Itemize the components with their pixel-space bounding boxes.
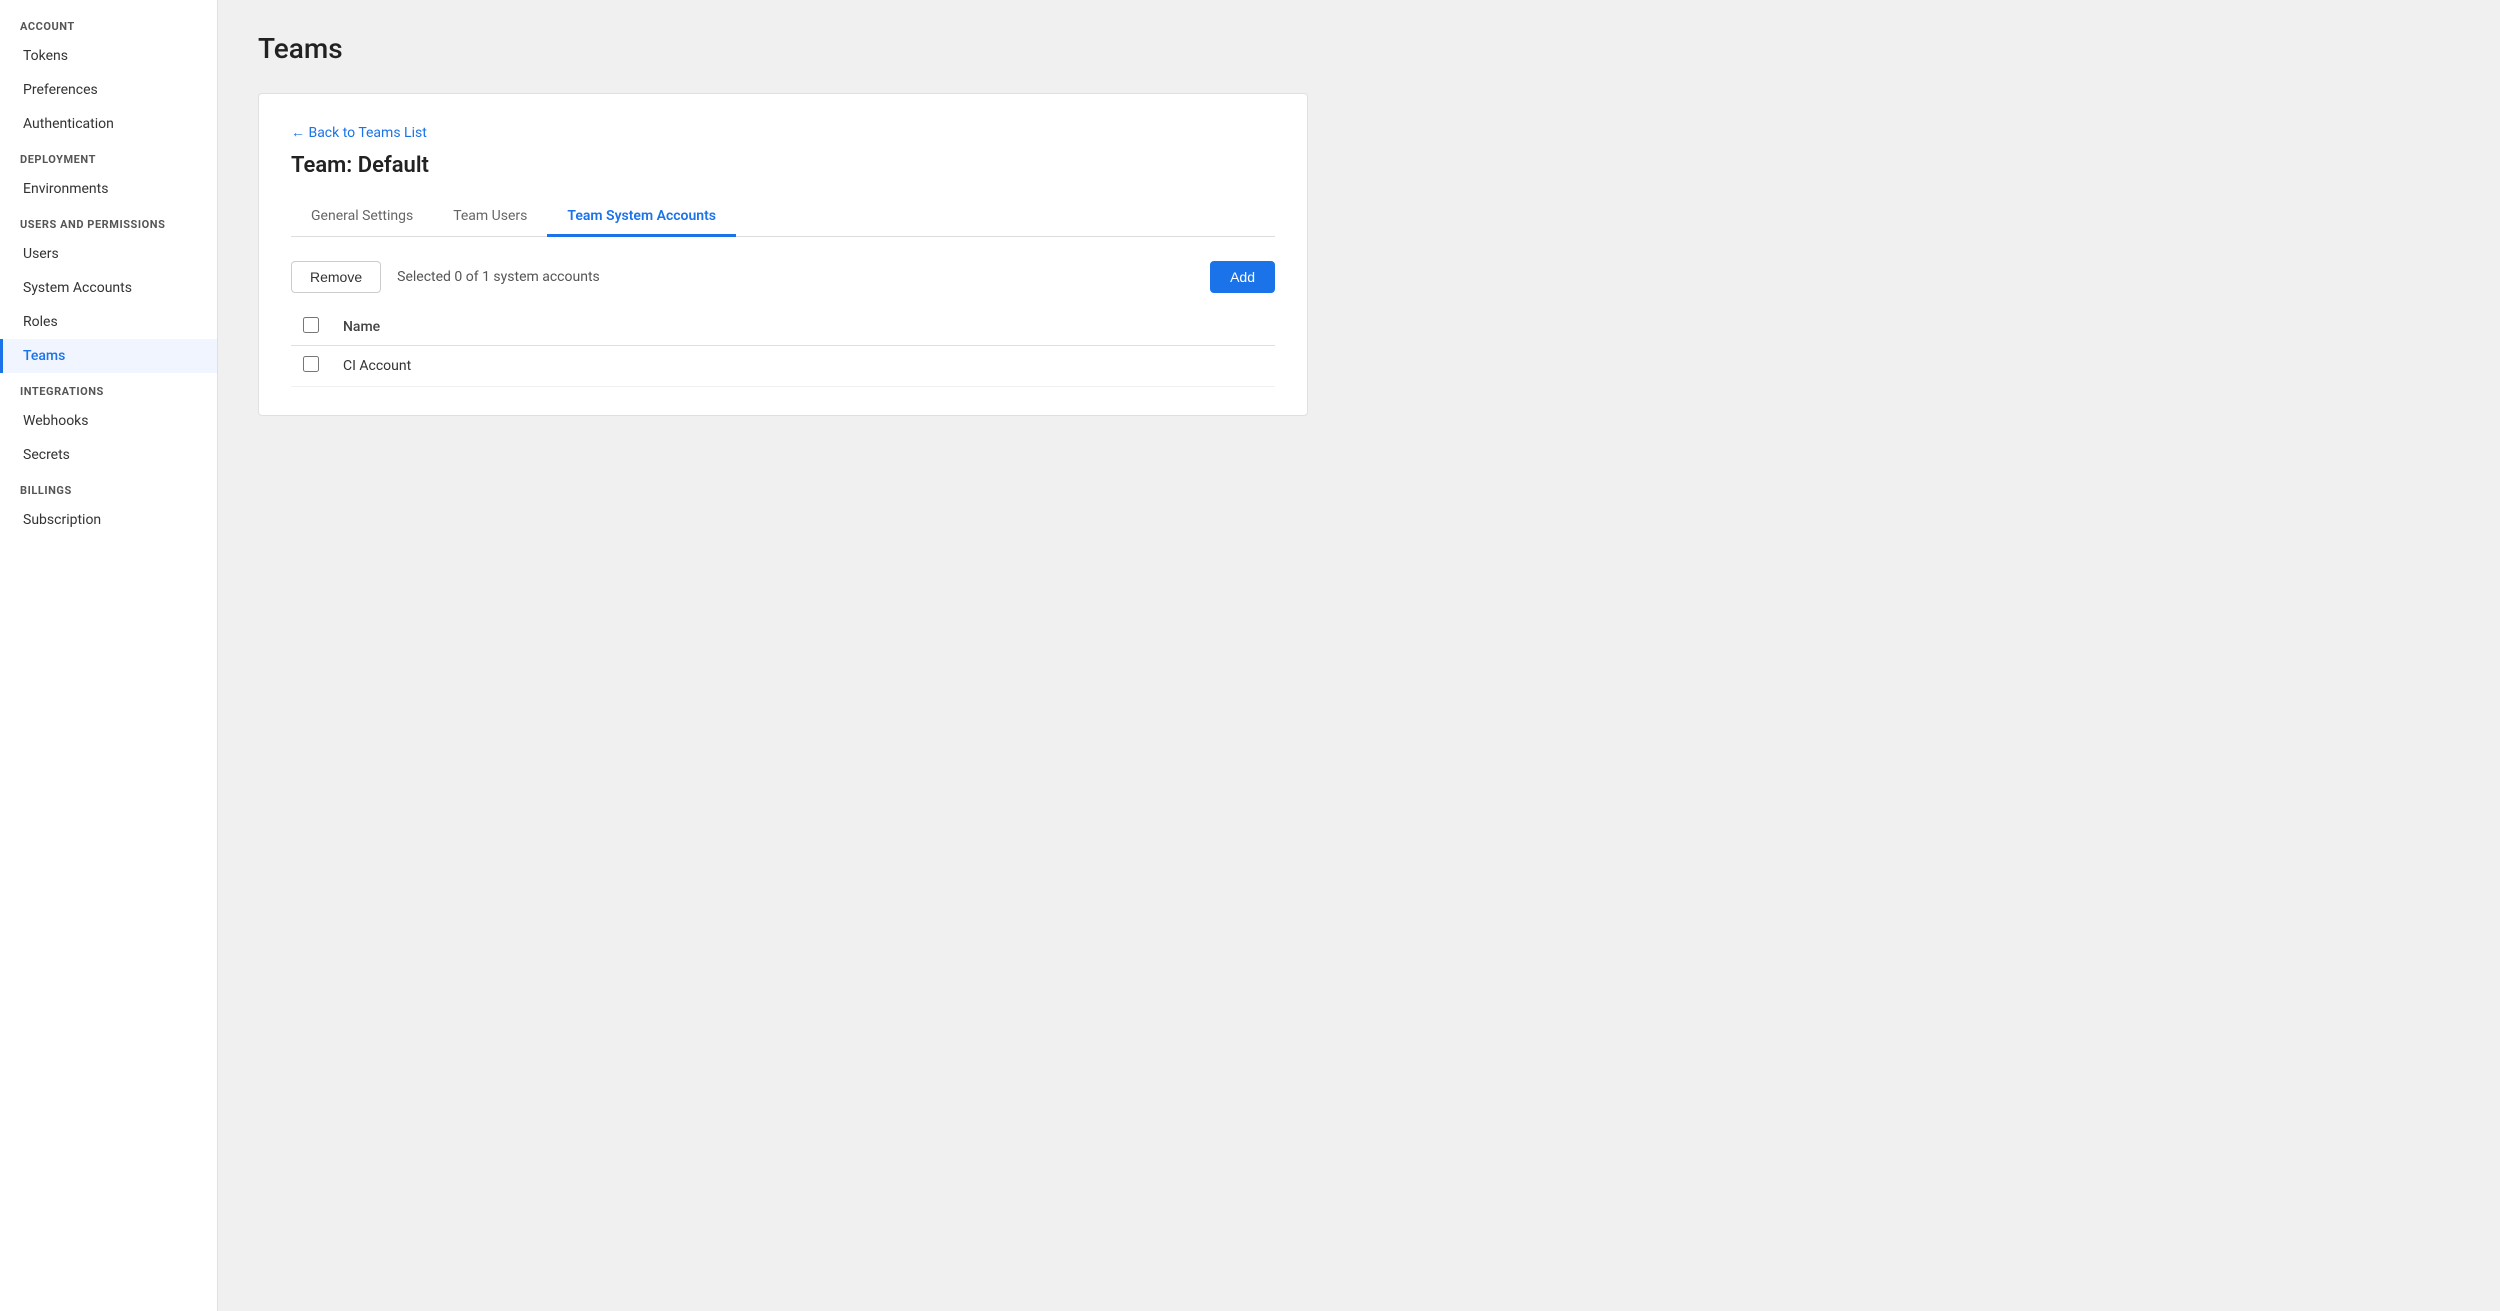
tab-team-system-accounts[interactable]: Team System Accounts xyxy=(547,198,736,237)
select-all-checkbox[interactable] xyxy=(303,317,319,333)
sidebar-item-system-accounts[interactable]: System Accounts xyxy=(0,271,217,305)
row-checkbox-cell xyxy=(291,346,331,387)
sidebar-item-authentication[interactable]: Authentication xyxy=(0,107,217,141)
toolbar: Remove Selected 0 of 1 system accounts A… xyxy=(291,261,1275,293)
sidebar-item-subscription[interactable]: Subscription xyxy=(0,503,217,537)
sidebar-section-deployment: DEPLOYMENT xyxy=(0,141,217,172)
sidebar-item-preferences[interactable]: Preferences xyxy=(0,73,217,107)
sidebar-item-secrets[interactable]: Secrets xyxy=(0,438,217,472)
tab-team-users[interactable]: Team Users xyxy=(433,198,547,237)
row-name: CI Account xyxy=(331,346,1275,387)
table-row: CI Account xyxy=(291,346,1275,387)
main-content: Teams ← Back to Teams List Team: Default… xyxy=(218,0,2500,1311)
sidebar-item-users[interactable]: Users xyxy=(0,237,217,271)
selected-count-text: Selected 0 of 1 system accounts xyxy=(397,269,600,285)
team-card: ← Back to Teams List Team: Default Gener… xyxy=(258,93,1308,416)
remove-button[interactable]: Remove xyxy=(291,261,381,293)
toolbar-left: Remove Selected 0 of 1 system accounts xyxy=(291,261,600,293)
header-checkbox-col xyxy=(291,309,331,346)
page-title: Teams xyxy=(258,32,2460,65)
tab-general-settings[interactable]: General Settings xyxy=(291,198,433,237)
sidebar-section-billings: BILLINGS xyxy=(0,472,217,503)
add-button[interactable]: Add xyxy=(1210,261,1275,293)
sidebar-item-webhooks[interactable]: Webhooks xyxy=(0,404,217,438)
sidebar-item-tokens[interactable]: Tokens xyxy=(0,39,217,73)
sidebar-section-account: ACCOUNT xyxy=(0,8,217,39)
tabs: General Settings Team Users Team System … xyxy=(291,198,1275,237)
sidebar-section-integrations: INTEGRATIONS xyxy=(0,373,217,404)
accounts-table: Name CI Account xyxy=(291,309,1275,387)
team-title: Team: Default xyxy=(291,153,1275,178)
sidebar-section-users: USERS AND PERMISSIONS xyxy=(0,206,217,237)
sidebar-item-roles[interactable]: Roles xyxy=(0,305,217,339)
back-link[interactable]: ← Back to Teams List xyxy=(291,124,427,141)
sidebar-item-environments[interactable]: Environments xyxy=(0,172,217,206)
sidebar: ACCOUNT Tokens Preferences Authenticatio… xyxy=(0,0,218,1311)
row-checkbox[interactable] xyxy=(303,356,319,372)
sidebar-item-teams[interactable]: Teams xyxy=(0,339,217,373)
header-name: Name xyxy=(331,309,1275,346)
